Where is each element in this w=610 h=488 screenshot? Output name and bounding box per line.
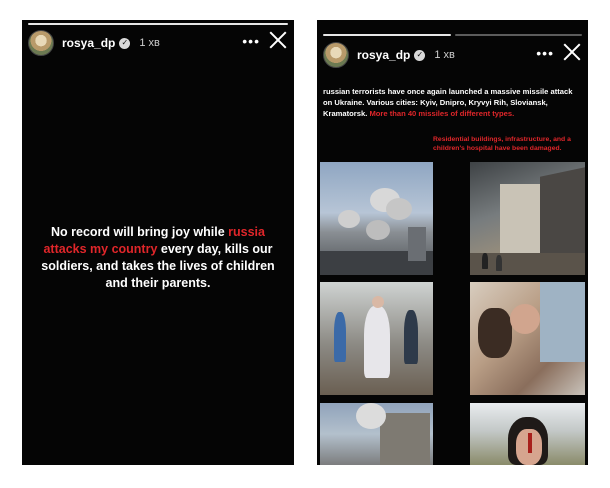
story-caption: russian terrorists have once again launc…: [323, 86, 578, 119]
injured-girl-photo[interactable]: [470, 403, 585, 465]
message-text: No record will bring joy while: [51, 225, 229, 239]
close-icon[interactable]: [268, 30, 288, 50]
hospital-rescue-photo[interactable]: [470, 282, 585, 395]
close-icon[interactable]: [562, 42, 582, 62]
injured-woman-photo[interactable]: [320, 282, 433, 395]
caption-highlight: More than 40 missiles of different types…: [369, 109, 515, 118]
timestamp: 1 хв: [434, 49, 455, 61]
verified-badge-icon: ✓: [119, 37, 131, 49]
story-caption-red: Residential buildings, infrastructure, a…: [433, 136, 571, 152]
username[interactable]: rosya_dp: [357, 48, 410, 62]
progress-segment: [323, 34, 451, 36]
more-dots-icon[interactable]: •••: [536, 46, 554, 60]
avatar[interactable]: [28, 30, 54, 56]
progress-segment: [454, 34, 582, 36]
timestamp: 1 хв: [139, 37, 160, 49]
story-header: rosya_dp ✓ 1 хв •••: [317, 42, 588, 68]
progress-segment: [28, 23, 288, 25]
story-progress-bar: [323, 34, 582, 36]
avatar[interactable]: [323, 42, 349, 68]
verified-badge-icon: ✓: [414, 49, 426, 61]
story-right[interactable]: rosya_dp ✓ 1 хв ••• russian terrorists h…: [317, 20, 588, 465]
destroyed-building-photo[interactable]: [470, 162, 585, 275]
story-message: No record will bring joy while russia at…: [40, 224, 276, 292]
explosion-smoke-photo[interactable]: [320, 162, 433, 275]
damaged-street-photo[interactable]: [320, 403, 433, 465]
story-left[interactable]: rosya_dp ✓ 1 хв ••• No record will bring…: [22, 20, 294, 465]
story-header: rosya_dp ✓ 1 хв •••: [22, 30, 294, 56]
story-progress-bar: [28, 23, 288, 25]
more-dots-icon[interactable]: •••: [242, 34, 260, 48]
username[interactable]: rosya_dp: [62, 36, 115, 50]
